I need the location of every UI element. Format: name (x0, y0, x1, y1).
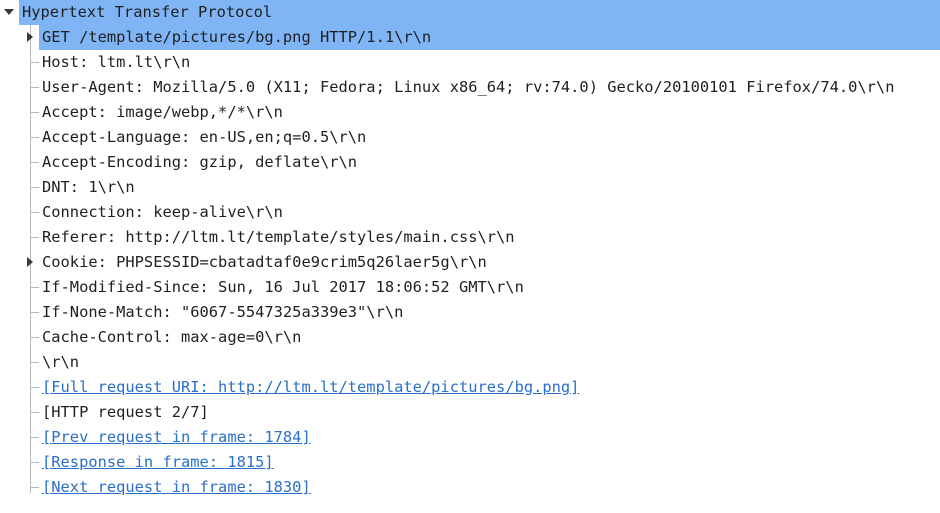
tree-node-field[interactable]: If-Modified-Since: Sun, 16 Jul 2017 18:0… (0, 275, 940, 300)
tree-branch-line (30, 187, 39, 188)
tree-node-label: Referer: http://ltm.lt/template/styles/m… (42, 228, 515, 246)
tree-node-http[interactable]: Hypertext Transfer Protocol (0, 0, 940, 25)
tree-node-label: If-None-Match: "6067-5547325a339e3"\r\n (42, 303, 404, 321)
tree-node-label: Accept-Encoding: gzip, deflate\r\n (42, 153, 358, 171)
tree-node-label: GET /template/pictures/bg.png HTTP/1.1\r… (42, 28, 432, 46)
tree-branch-line (30, 162, 39, 163)
tree-node-field[interactable]: Accept-Encoding: gzip, deflate\r\n (0, 150, 940, 175)
tree-node-label: Host: ltm.lt\r\n (42, 53, 191, 71)
tree-branch-line (30, 387, 39, 388)
tree-node-label: User-Agent: Mozilla/5.0 (X11; Fedora; Li… (42, 78, 895, 96)
tree-node-field[interactable]: \r\n (0, 350, 940, 375)
tree-branch-line (30, 412, 39, 413)
tree-node-label: Cache-Control: max-age=0\r\n (42, 328, 302, 346)
tree-node-label: Cookie: PHPSESSID=cbatadtaf0e9crim5q26la… (42, 253, 487, 271)
tree-node-link[interactable]: [Prev request in frame: 1784] (0, 425, 940, 450)
tree-branch-line (30, 362, 39, 363)
tree-node-link[interactable]: [Next request in frame: 1830] (0, 475, 940, 500)
tree-node-field[interactable]: If-None-Match: "6067-5547325a339e3"\r\n (0, 300, 940, 325)
tree-node-link[interactable]: [Response in frame: 1815] (0, 450, 940, 475)
tree-branch-line (30, 212, 39, 213)
tree-branch-line (30, 337, 39, 338)
tree-node-label: If-Modified-Since: Sun, 16 Jul 2017 18:0… (42, 278, 524, 296)
tree-branch-line (30, 487, 39, 488)
tree-node-field[interactable]: DNT: 1\r\n (0, 175, 940, 200)
tree-node-label[interactable]: [Prev request in frame: 1784] (42, 425, 311, 450)
tree-branch-line (30, 312, 39, 313)
triangle-right-icon[interactable] (27, 32, 33, 42)
tree-node-label: \r\n (42, 353, 80, 371)
triangle-right-icon[interactable] (27, 257, 33, 267)
tree-node-label: Accept: image/webp,*/*\r\n (42, 103, 283, 121)
tree-node-field[interactable]: Referer: http://ltm.lt/template/styles/m… (0, 225, 940, 250)
tree-branch-line (30, 237, 39, 238)
tree-node-label: [HTTP request 2/7] (42, 403, 209, 421)
triangle-down-icon[interactable] (4, 9, 14, 15)
tree-node-field[interactable]: Accept: image/webp,*/*\r\n (0, 100, 940, 125)
tree-node-link[interactable]: [Full request URI: http://ltm.lt/templat… (0, 375, 940, 400)
tree-node-field[interactable]: User-Agent: Mozilla/5.0 (X11; Fedora; Li… (0, 75, 940, 100)
tree-node-label[interactable]: [Response in frame: 1815] (42, 450, 274, 475)
tree-branch-line (30, 287, 39, 288)
tree-branch-line (30, 112, 39, 113)
tree-node-field[interactable]: Connection: keep-alive\r\n (0, 200, 940, 225)
tree-node-field[interactable]: Cookie: PHPSESSID=cbatadtaf0e9crim5q26la… (0, 250, 940, 275)
tree-branch-line (30, 87, 39, 88)
tree-node-label: Connection: keep-alive\r\n (42, 203, 283, 221)
tree-node-label: Accept-Language: en-US,en;q=0.5\r\n (42, 128, 367, 146)
tree-node-field[interactable]: Host: ltm.lt\r\n (0, 50, 940, 75)
tree-branch-line (30, 62, 39, 63)
tree-node-field[interactable]: Accept-Language: en-US,en;q=0.5\r\n (0, 125, 940, 150)
tree-node-label[interactable]: [Next request in frame: 1830] (42, 475, 311, 500)
tree-branch-line (30, 462, 39, 463)
tree-node-field[interactable]: GET /template/pictures/bg.png HTTP/1.1\r… (0, 25, 940, 50)
tree-node-field[interactable]: [HTTP request 2/7] (0, 400, 940, 425)
tree-branch-line (30, 437, 39, 438)
packet-details-tree: Hypertext Transfer Protocol GET /templat… (0, 0, 940, 513)
tree-node-label[interactable]: [Full request URI: http://ltm.lt/templat… (42, 375, 579, 400)
tree-branch-line (30, 137, 39, 138)
tree-node-field[interactable]: Cache-Control: max-age=0\r\n (0, 325, 940, 350)
tree-node-label: DNT: 1\r\n (42, 178, 135, 196)
tree-node-label: Hypertext Transfer Protocol (22, 3, 273, 21)
